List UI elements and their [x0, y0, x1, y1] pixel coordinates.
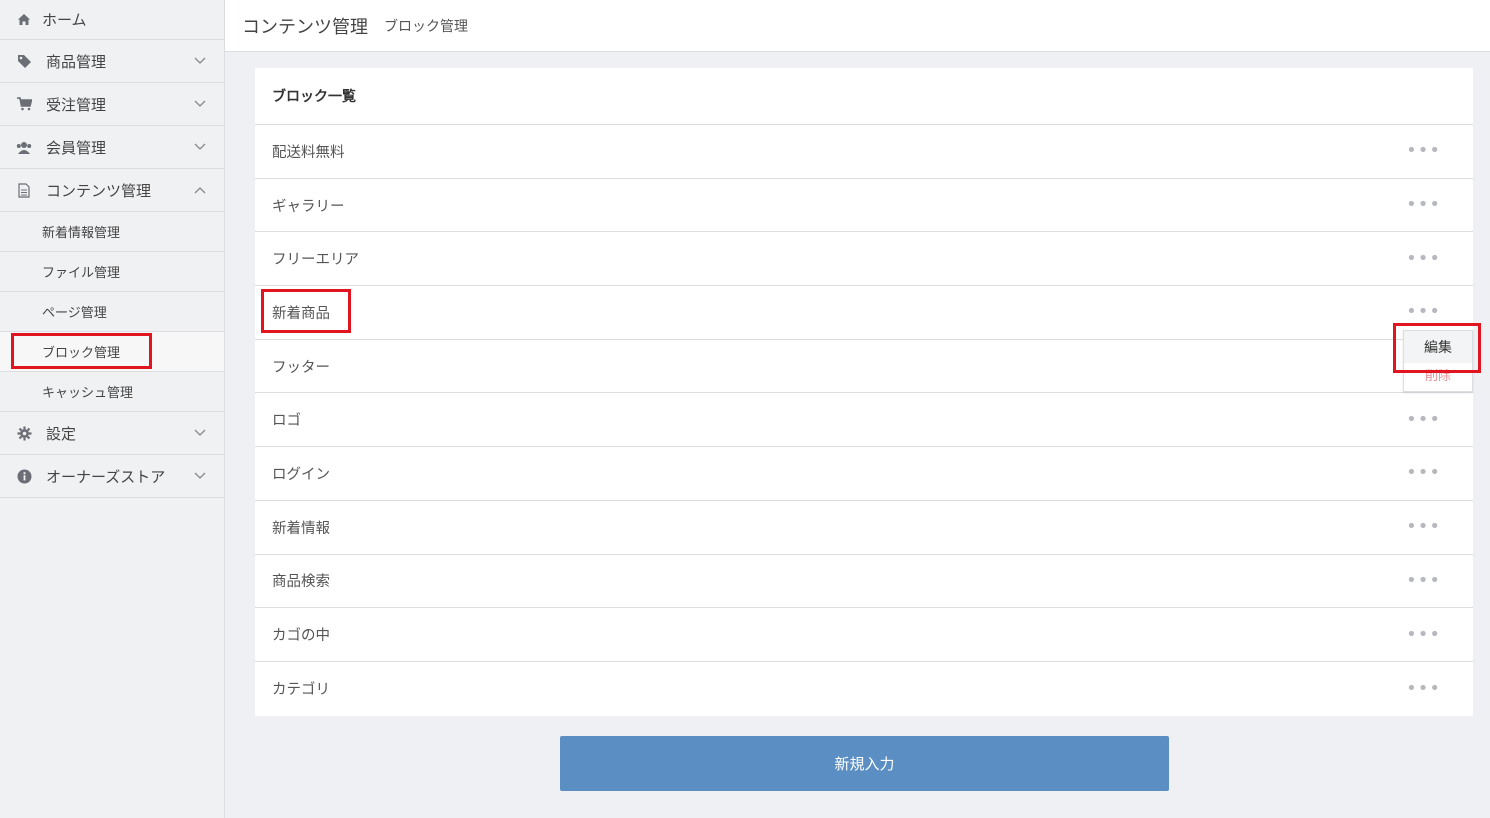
block-name[interactable]: カゴの中: [272, 624, 330, 645]
sidebar-item-members[interactable]: 会員管理: [0, 126, 224, 169]
block-row[interactable]: ロゴ •••: [255, 393, 1473, 448]
block-name[interactable]: カテゴリ: [272, 678, 330, 699]
block-name[interactable]: ギャラリー: [272, 195, 345, 216]
block-name[interactable]: 新着商品: [272, 302, 330, 323]
sidebar-subitem-news[interactable]: 新着情報管理: [0, 212, 224, 252]
sidebar-item-label: オーナーズストア: [46, 467, 166, 486]
more-options-icon[interactable]: •••: [1406, 464, 1441, 482]
page-subtitle: ブロック管理: [384, 18, 468, 35]
chevron-down-icon: [194, 429, 206, 436]
more-options-icon[interactable]: •••: [1406, 303, 1441, 321]
sidebar-item-products[interactable]: 商品管理: [0, 40, 224, 83]
sidebar-subitem-files[interactable]: ファイル管理: [0, 252, 224, 292]
sidebar-item-label: 受注管理: [46, 95, 107, 114]
block-row[interactable]: フッター: [255, 340, 1473, 394]
block-name[interactable]: 配送料無料: [272, 141, 345, 162]
more-options-icon[interactable]: •••: [1406, 625, 1441, 644]
gear-icon: [16, 425, 32, 441]
page-header: コンテンツ管理 ブロック管理: [225, 0, 1490, 52]
sidebar-item-orders[interactable]: 受注管理: [0, 83, 224, 126]
sidebar-subitem-blocks[interactable]: ブロック管理: [0, 332, 224, 372]
block-row[interactable]: ログイン •••: [255, 447, 1473, 501]
sidebar: ホーム 商品管理 受注管理 会員管理 コンテンツ管理 新着情報管理 ファイル管理…: [0, 0, 225, 818]
more-options-icon[interactable]: •••: [1406, 571, 1441, 590]
block-name[interactable]: ログイン: [272, 463, 330, 484]
sidebar-subitem-pages[interactable]: ページ管理: [0, 292, 224, 332]
sidebar-subitem-cache[interactable]: キャッシュ管理: [0, 372, 224, 412]
chevron-down-icon: [194, 472, 206, 479]
more-options-icon[interactable]: •••: [1406, 142, 1441, 160]
sidebar-item-contents[interactable]: コンテンツ管理: [0, 169, 224, 212]
block-name[interactable]: 商品検索: [272, 570, 330, 591]
row-action-menu: 編集 削除: [1403, 330, 1473, 392]
more-options-icon[interactable]: •••: [1406, 410, 1441, 429]
cart-icon: [16, 96, 32, 112]
users-icon: [16, 139, 32, 155]
block-list: 配送料無料 ••• ギャラリー ••• フリーエリア ••• 新着商品 ••• フッターロゴ ••…: [255, 125, 1473, 716]
edit-menu-item[interactable]: 編集: [1404, 331, 1472, 363]
block-row[interactable]: 新着情報 •••: [255, 501, 1473, 555]
block-name[interactable]: 新着情報: [272, 517, 330, 538]
sidebar-item-label: コンテンツ管理: [46, 181, 152, 200]
more-options-icon[interactable]: •••: [1406, 249, 1441, 268]
chevron-down-icon: [194, 100, 206, 107]
more-options-icon[interactable]: •••: [1406, 196, 1441, 214]
file-icon: [16, 182, 32, 198]
block-name[interactable]: ロゴ: [272, 409, 301, 430]
sidebar-item-settings[interactable]: 設定: [0, 412, 224, 455]
more-options-icon[interactable]: •••: [1406, 518, 1441, 536]
block-list-card: ブロック一覧 配送料無料 ••• ギャラリー ••• フリーエリア ••• 新着商品 ••• フ…: [255, 68, 1473, 716]
sidebar-item-label: 会員管理: [46, 138, 107, 157]
block-row[interactable]: カテゴリ •••: [255, 662, 1473, 716]
block-row[interactable]: フリーエリア •••: [255, 232, 1473, 287]
sidebar-item-label: ホーム: [42, 11, 87, 29]
block-row[interactable]: 新着商品 •••: [255, 286, 1473, 340]
tag-icon: [16, 53, 32, 69]
chevron-down-icon: [194, 57, 206, 64]
block-list-title: ブロック一覧: [255, 68, 1473, 125]
block-name[interactable]: フリーエリア: [272, 248, 359, 269]
chevron-up-icon: [194, 187, 206, 194]
info-icon: [16, 468, 32, 484]
block-row[interactable]: ギャラリー •••: [255, 179, 1473, 233]
block-row[interactable]: 商品検索 •••: [255, 555, 1473, 609]
delete-menu-item[interactable]: 削除: [1404, 363, 1472, 393]
more-options-icon[interactable]: •••: [1406, 679, 1441, 698]
home-icon: [16, 12, 32, 28]
block-name[interactable]: フッター: [272, 356, 330, 377]
sidebar-item-owners-store[interactable]: オーナーズストア: [0, 455, 224, 498]
block-row[interactable]: 配送料無料 •••: [255, 125, 1473, 179]
block-row[interactable]: カゴの中 •••: [255, 608, 1473, 662]
page-title: コンテンツ管理: [242, 16, 368, 38]
sidebar-item-label: 商品管理: [46, 52, 107, 71]
sidebar-item-label: 設定: [46, 424, 77, 443]
new-entry-button[interactable]: 新規入力: [560, 736, 1169, 791]
sidebar-item-home[interactable]: ホーム: [0, 0, 224, 40]
chevron-down-icon: [194, 143, 206, 150]
